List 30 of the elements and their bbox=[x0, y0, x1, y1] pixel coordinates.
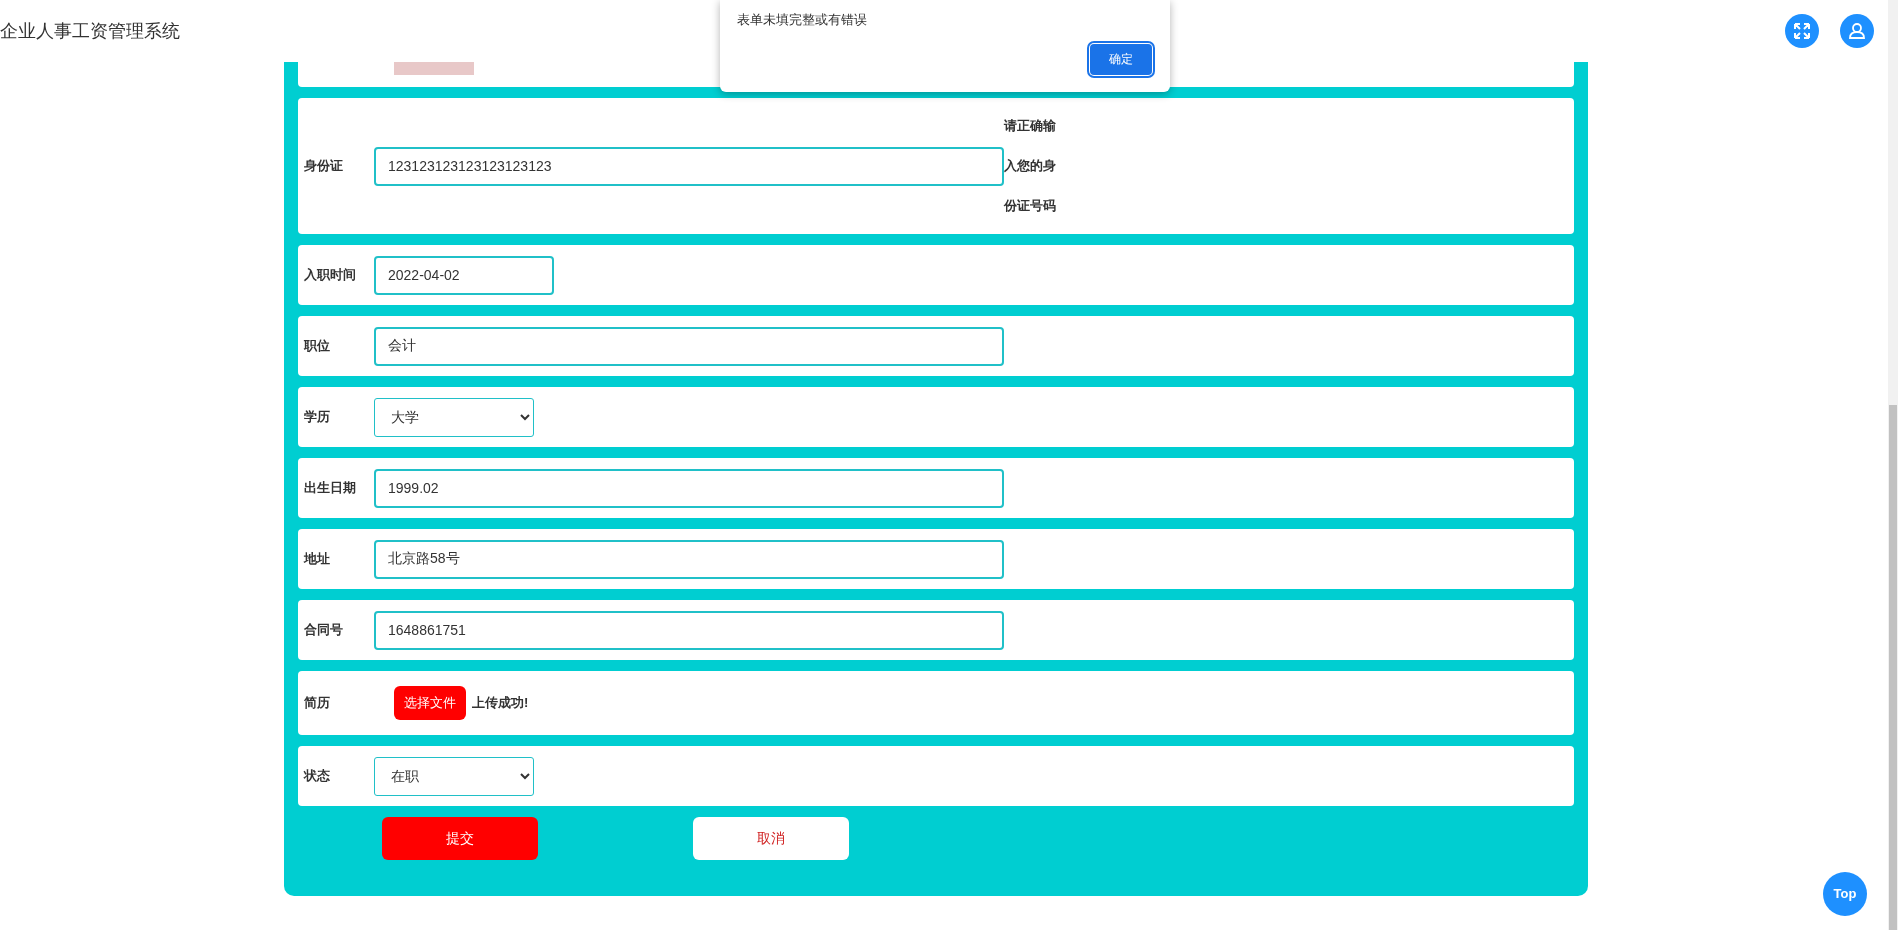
input-field[interactable]: 会计 bbox=[374, 326, 1004, 366]
cancel-button[interactable]: 取消 bbox=[693, 817, 849, 860]
field-label: 合同号 bbox=[304, 621, 344, 640]
field-label: 入职时间 bbox=[304, 266, 357, 285]
upload-status: 上传成功! bbox=[472, 694, 529, 713]
hint-text: 入您的身 bbox=[1004, 157, 1057, 175]
hint-text: 份证号码 bbox=[1004, 197, 1057, 215]
submit-button[interactable]: 提交 bbox=[382, 817, 538, 860]
field-label: 学历 bbox=[304, 408, 331, 427]
input-field[interactable]: 1648861751 bbox=[374, 610, 1004, 650]
user-icon[interactable] bbox=[1840, 14, 1874, 48]
hint-text: 请正确输 bbox=[1004, 117, 1057, 135]
field-label: 简历 bbox=[304, 694, 331, 713]
app-title: 企业人事工资管理系统 bbox=[0, 19, 180, 43]
dropdown[interactable]: 在职 bbox=[374, 756, 534, 796]
input-field[interactable]: 1999.02 bbox=[374, 468, 1004, 508]
field-label: 职位 bbox=[304, 337, 331, 356]
ok-button[interactable]: 确定 bbox=[1090, 43, 1152, 75]
field-label: 地址 bbox=[304, 550, 331, 569]
input-field[interactable]: 北京路58号 bbox=[374, 539, 1004, 579]
fullscreen-icon[interactable] bbox=[1785, 14, 1819, 48]
input-field[interactable]: 2022-04-02 bbox=[374, 255, 554, 295]
choose-file-button[interactable]: 选择文件 bbox=[394, 686, 466, 720]
field-label: 出生日期 bbox=[304, 479, 357, 498]
dropdown[interactable]: 大学 bbox=[374, 397, 534, 437]
scrollbar[interactable] bbox=[1888, 0, 1898, 930]
field-label: 身份证 bbox=[304, 157, 344, 176]
field-label: 状态 bbox=[304, 767, 331, 786]
input-field[interactable]: 123123123123123123123 bbox=[374, 146, 1004, 186]
alert-message: 表单未填完整或有错误 bbox=[737, 11, 868, 29]
